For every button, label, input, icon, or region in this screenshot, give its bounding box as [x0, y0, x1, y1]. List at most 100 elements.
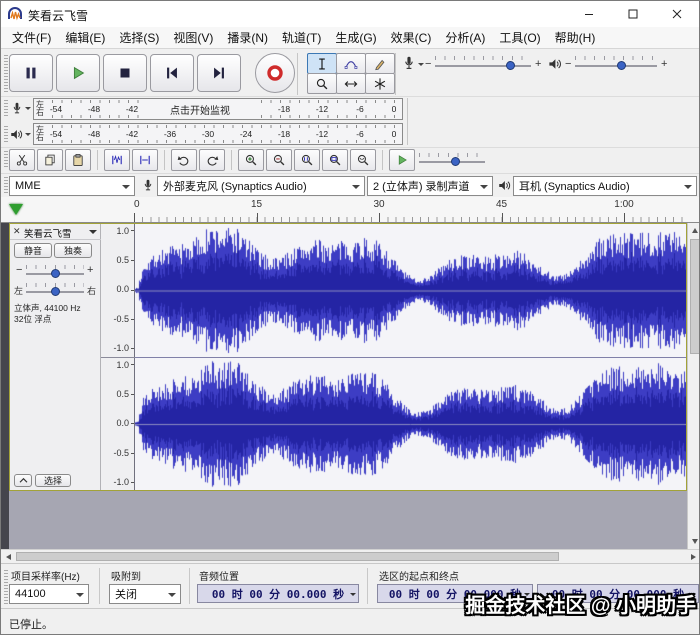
menu-tools[interactable]: 工具(O) — [492, 27, 547, 48]
play-speed-thumb[interactable] — [451, 157, 460, 166]
zoom-toggle-button[interactable] — [350, 149, 376, 171]
recording-meter[interactable]: 左 右 -54 -48 -42 -36 -30 -24 -18 -12 -6 0… — [33, 98, 403, 120]
gain-slider[interactable] — [26, 264, 84, 280]
silence-audio-button[interactable] — [132, 149, 158, 171]
scroll-up-button[interactable] — [688, 224, 700, 237]
timeline-scale[interactable]: 0 15 30 45 1:00 — [134, 197, 687, 222]
scroll-right-button[interactable] — [687, 550, 700, 563]
monitor-hint[interactable]: 点击开始监视 — [146, 100, 254, 118]
skip-to-start-button[interactable] — [150, 54, 194, 92]
output-device-select[interactable]: 耳机 (Synaptics Audio) — [513, 176, 697, 196]
project-rate-label: 项目采样率(Hz) — [11, 568, 80, 583]
waveform-right-channel[interactable] — [135, 358, 686, 490]
timeshift-tool-button[interactable] — [336, 73, 366, 94]
paste-button[interactable] — [65, 149, 91, 171]
menu-select[interactable]: 选择(S) — [112, 27, 166, 48]
envelope-tool-button[interactable] — [336, 53, 366, 74]
multi-tool-button[interactable] — [365, 73, 395, 94]
track-close-button[interactable]: ✕ — [13, 226, 21, 237]
skip-to-end-button[interactable] — [197, 54, 241, 92]
audio-host-select[interactable]: MME — [9, 176, 135, 196]
meter-scale-label: 0 — [392, 104, 397, 114]
mute-button[interactable]: 静音 — [14, 243, 52, 258]
menu-file[interactable]: 文件(F) — [5, 27, 58, 48]
playback-volume-thumb[interactable] — [617, 61, 626, 70]
input-channels-select[interactable]: 2 (立体声) 录制声道 — [367, 176, 493, 196]
menu-analyze[interactable]: 分析(A) — [438, 27, 492, 48]
waveform-display[interactable] — [135, 224, 686, 490]
meter-scale-label: -12 — [316, 104, 328, 114]
snap-to-label: 吸附到 — [111, 568, 141, 583]
zoom-tool-button[interactable] — [307, 73, 337, 94]
menu-transport[interactable]: 播录(N) — [220, 27, 275, 48]
close-button[interactable] — [655, 1, 699, 27]
undo-button[interactable] — [171, 149, 197, 171]
redo-button[interactable] — [199, 149, 225, 171]
scale-label: 0.5 — [116, 389, 129, 399]
playback-meter-ticks-top — [52, 125, 398, 128]
menu-help[interactable]: 帮助(H) — [548, 27, 603, 48]
track-menu-arrow-icon[interactable] — [89, 230, 97, 238]
recording-volume-thumb[interactable] — [506, 61, 515, 70]
fit-project-button[interactable] — [322, 149, 348, 171]
fit-selection-button[interactable] — [294, 149, 320, 171]
vertical-scale-ruler[interactable]: 1.0 0.5 0.0 -0.5 -1.0 1.0 0.5 0.0 -0.5 -… — [101, 224, 135, 490]
menu-tracks[interactable]: 轨道(T) — [275, 27, 328, 48]
undo-icon — [177, 153, 191, 167]
play-speed-slider[interactable] — [417, 150, 487, 170]
minimize-button[interactable] — [567, 1, 611, 27]
trim-audio-button[interactable] — [104, 149, 130, 171]
project-rate-select[interactable]: 44100 — [9, 584, 89, 604]
vertical-scrollbar[interactable] — [687, 223, 700, 549]
solo-button[interactable]: 独奏 — [54, 243, 92, 258]
playback-meter[interactable]: 左 右 -54 -48 -42 -36 -30 -24 -18 -12 -6 0 — [33, 123, 403, 145]
ibeam-icon — [315, 57, 329, 71]
selection-tool-button[interactable] — [307, 53, 337, 74]
audio-position-field[interactable]: 00 时 00 分 00.000 秒 — [197, 584, 359, 603]
playback-volume-slider[interactable] — [575, 54, 657, 74]
track-title[interactable]: 笑看云飞雪 — [24, 226, 72, 240]
horizontal-scroll-thumb[interactable] — [16, 552, 559, 561]
snap-to-select[interactable]: 关闭 — [109, 584, 181, 604]
menu-generate[interactable]: 生成(G) — [328, 27, 383, 48]
meter-scale-label: -42 — [126, 104, 138, 114]
maximize-button[interactable] — [611, 1, 655, 27]
cut-button[interactable] — [9, 149, 35, 171]
collapse-track-button[interactable] — [14, 474, 32, 487]
recording-volume-slider[interactable] — [435, 54, 531, 74]
zoom-in-button[interactable] — [238, 149, 264, 171]
menu-view[interactable]: 视图(V) — [166, 27, 220, 48]
gain-thumb[interactable] — [51, 269, 60, 278]
zoom-out-button[interactable] — [266, 149, 292, 171]
close-icon — [672, 9, 682, 19]
title-bar: 笑看云飞雪 — [1, 1, 699, 28]
record-button[interactable] — [255, 53, 295, 93]
copy-button[interactable] — [37, 149, 63, 171]
play-at-speed-button[interactable] — [389, 149, 415, 171]
pause-button[interactable] — [9, 54, 53, 92]
scroll-left-button[interactable] — [2, 550, 15, 563]
recording-volume-mic-icon — [401, 55, 417, 73]
play-button[interactable] — [56, 54, 100, 92]
timeline-ruler[interactable]: 0 15 30 45 1:00 — [1, 197, 700, 223]
draw-tool-button[interactable] — [365, 53, 395, 74]
pan-slider[interactable] — [26, 282, 84, 298]
waveform-left-channel[interactable] — [135, 224, 686, 357]
vertical-scroll-thumb[interactable] — [690, 239, 700, 354]
scroll-down-button[interactable] — [688, 535, 700, 548]
track-area-left-edge — [1, 223, 9, 549]
stop-button[interactable] — [103, 54, 147, 92]
menu-effect[interactable]: 效果(C) — [384, 27, 439, 48]
meter-scale-label: -36 — [164, 129, 176, 139]
track-control-panel: ✕ 笑看云飞雪 静音 独奏 − + 左 右 — [10, 224, 101, 490]
menu-edit[interactable]: 编辑(E) — [58, 27, 112, 48]
track-select-button[interactable]: 选择 — [35, 474, 71, 487]
audio-position-value: 00 时 00 分 00.000 秒 — [212, 586, 344, 602]
magnifier-icon — [315, 77, 329, 91]
gain-min-label: − — [16, 264, 22, 276]
horizontal-scrollbar[interactable] — [1, 549, 700, 563]
pan-thumb[interactable] — [51, 287, 60, 296]
pan-right-label: 右 — [87, 284, 96, 297]
meter-scale-label: -12 — [316, 129, 328, 139]
input-device-select[interactable]: 外部麦克风 (Synaptics Audio) — [157, 176, 365, 196]
